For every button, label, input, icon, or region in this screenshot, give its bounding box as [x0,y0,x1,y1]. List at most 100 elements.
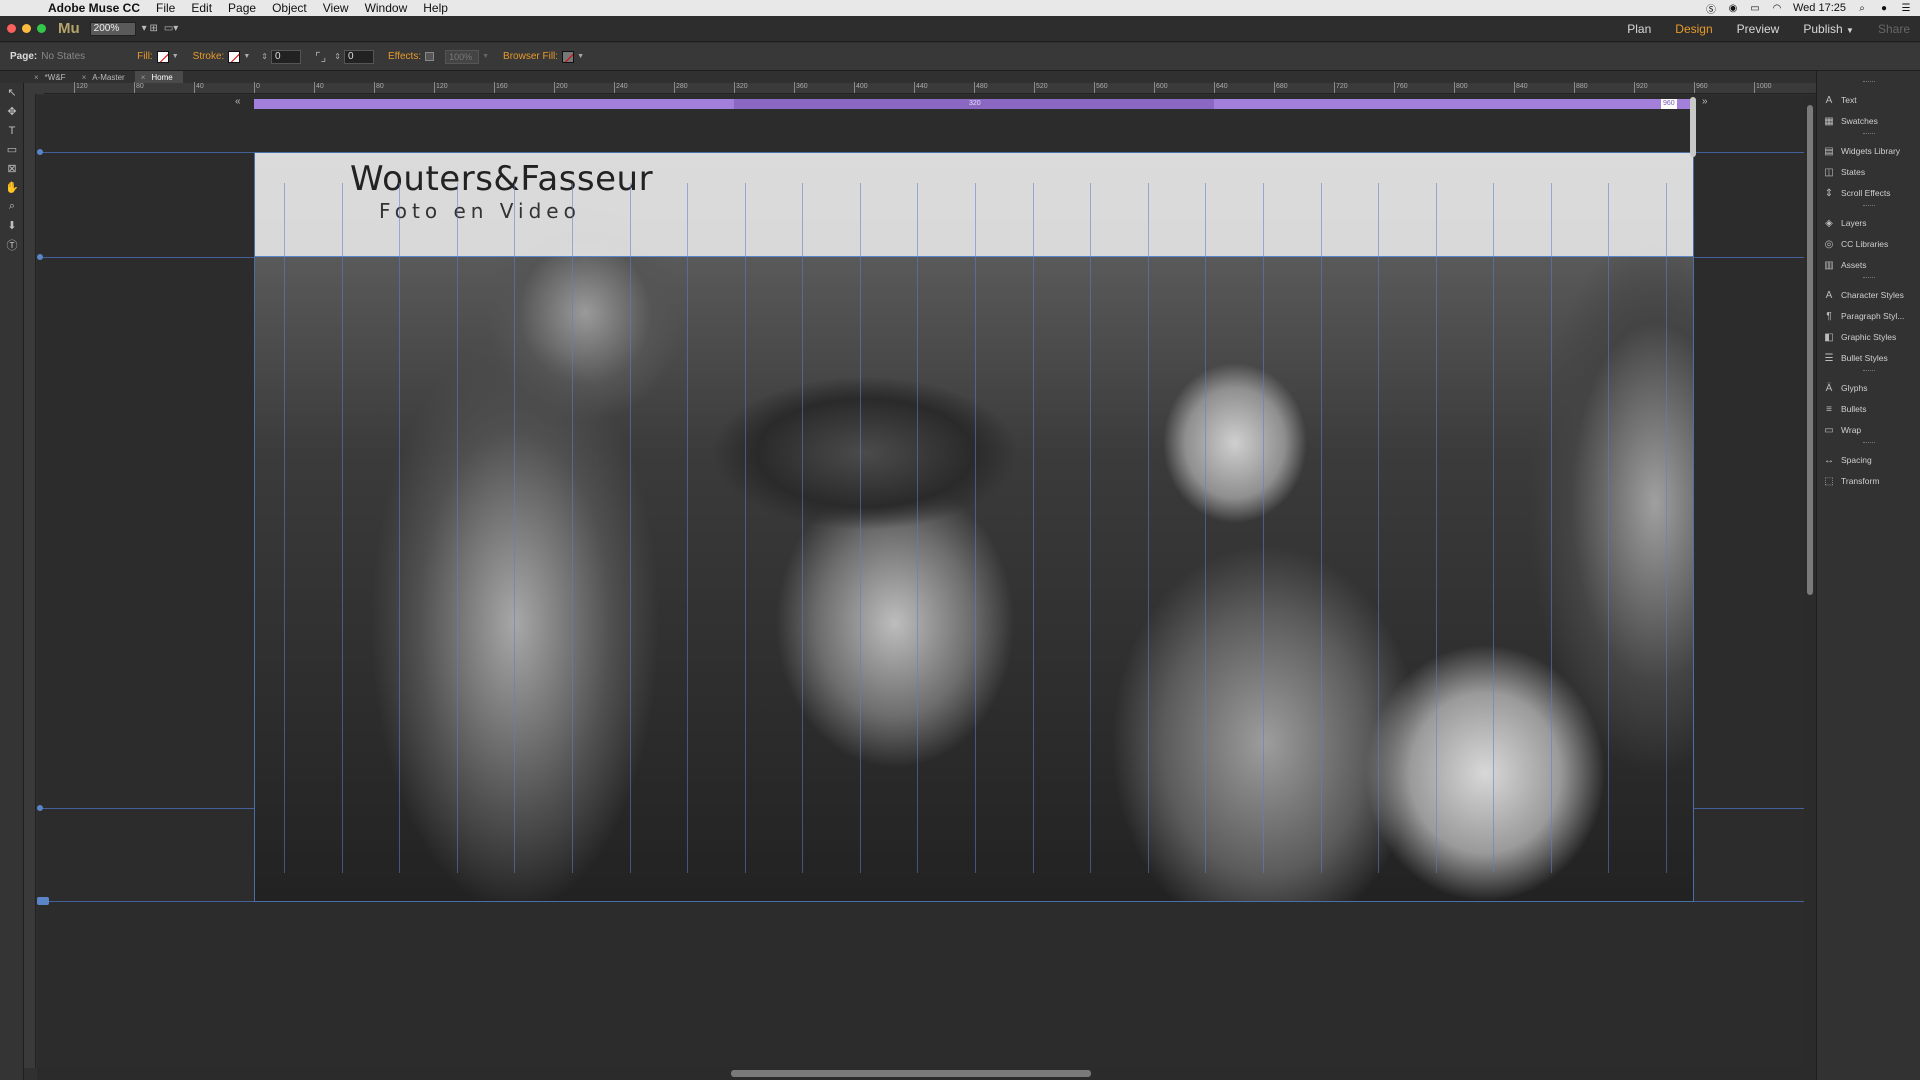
wifi-icon[interactable]: ◠ [1771,2,1783,14]
panel-graphic-styles[interactable]: ◧ Graphic Styles [1823,328,1919,346]
stroke-label[interactable]: Stroke: [193,51,225,62]
panel-glyphs[interactable]: Ä Glyphs [1823,379,1919,397]
site-subtitle[interactable]: Foto en Video [379,199,581,223]
tab-wf[interactable]: × *W&F [28,71,76,83]
horizontal-scrollbar[interactable] [37,1067,1816,1080]
menu-view[interactable]: View [315,0,357,16]
effects-control[interactable]: 100% ▼ [425,49,489,64]
breakpoint-bar[interactable]: 320 960 [254,99,1694,109]
mode-plan[interactable]: Plan [1627,22,1651,36]
tab-home[interactable]: × Home [134,71,183,83]
vertical-scroll-thumb[interactable] [1807,105,1813,595]
stepper-icon[interactable]: ⇕ [261,52,268,61]
panel-group-divider[interactable] [1863,133,1875,135]
site-title[interactable]: Wouters&Fasseur [350,159,653,199]
menu-edit[interactable]: Edit [183,0,220,16]
guide-handle[interactable] [37,254,43,260]
guide-handle[interactable] [37,805,43,811]
browser-fill-control[interactable]: ▼ [562,50,584,63]
fill-control[interactable]: ▼ [156,50,179,63]
mode-design[interactable]: Design [1675,22,1712,36]
panel-text[interactable]: A Text [1823,91,1919,109]
view-mode-icon[interactable]: ▾ ⊞ [142,23,158,34]
fill-label[interactable]: Fill: [137,51,153,62]
cc-icon[interactable]: ◉ [1727,2,1739,14]
design-canvas[interactable]: « 320 960 » Wouters&Fasseur Foto en Vide… [37,95,1816,1067]
panel-states[interactable]: ◫ States [1823,163,1919,181]
stroke-swatch[interactable] [228,50,241,63]
zoom-window-button[interactable] [37,24,46,33]
crop-tool-icon[interactable]: ✥ [0,102,24,121]
minimize-window-button[interactable] [22,24,31,33]
preview-size-icon[interactable]: ▭▾ [164,23,178,34]
vertical-scrollbar[interactable] [1804,95,1816,1067]
stroke-control[interactable]: ▼ ⇕ 0 [228,49,301,64]
stepper-icon[interactable]: ⇕ [334,52,341,61]
vertical-ruler[interactable] [24,94,36,1068]
mode-preview[interactable]: Preview [1737,22,1780,36]
page-height-handle[interactable] [37,897,49,905]
menu-object[interactable]: Object [264,0,315,16]
panel-bullets[interactable]: ≡ Bullets [1823,400,1919,418]
panel-group-divider[interactable] [1863,205,1875,207]
menu-help[interactable]: Help [415,0,456,16]
horizontal-scroll-thumb[interactable] [731,1070,1091,1077]
chevron-left-icon[interactable]: « [235,96,241,107]
chevron-down-icon[interactable]: ▼ [577,53,584,60]
page-resize-handle[interactable] [1690,97,1696,157]
hero-photo[interactable] [255,153,1693,901]
fill-swatch[interactable] [156,50,169,63]
skype-icon[interactable]: Ⓢ [1705,2,1717,16]
panel-transform[interactable]: ⬚ Transform [1823,472,1919,490]
panel-layers[interactable]: ◈ Layers [1823,214,1919,232]
spotlight-icon[interactable]: ⌕ [1856,2,1868,14]
panel-widgets[interactable]: ▤ Widgets Library [1823,142,1919,160]
panel-group-divider[interactable] [1863,442,1875,444]
breakpoint-end-label[interactable]: 960 [1661,99,1677,109]
stroke-width-input[interactable]: 0 [270,49,301,64]
panel-group-divider[interactable] [1863,81,1875,83]
corner-control[interactable]: ⇕ 0 [334,49,374,64]
close-window-button[interactable] [7,24,16,33]
image-frame-tool-icon[interactable]: ⊠ [0,159,24,178]
page-frame[interactable]: Wouters&Fasseur Foto en Video [254,152,1694,902]
close-icon[interactable]: × [141,73,146,82]
chevron-down-icon[interactable]: ▼ [172,53,179,60]
panel-scroll-effects[interactable]: ⇕ Scroll Effects [1823,184,1919,202]
notification-center-icon[interactable]: ☰ [1900,2,1912,14]
header-band[interactable]: Wouters&Fasseur Foto en Video [255,153,1693,257]
panel-cc-libraries[interactable]: ◎ CC Libraries [1823,235,1919,253]
opacity-input[interactable]: 100% [445,49,480,64]
chevron-down-icon[interactable]: ▼ [243,53,250,60]
hand-tool-icon[interactable]: ✋ [0,178,24,197]
menu-app-name[interactable]: Adobe Muse CC [40,0,148,16]
browser-fill-label[interactable]: Browser Fill: [503,51,558,62]
chevron-right-icon[interactable]: » [1702,96,1708,107]
zoom-select[interactable]: 200% [89,21,136,36]
panel-group-divider[interactable] [1863,370,1875,372]
zoom-tool-icon[interactable]: ⌕ [0,197,24,216]
panel-bullet-styles[interactable]: ☰ Bullet Styles [1823,349,1919,367]
chevron-down-icon[interactable]: ▼ [482,53,489,60]
page-state-value[interactable]: No States [41,51,85,62]
close-icon[interactable]: × [82,73,87,82]
panel-paragraph-styles[interactable]: ¶ Paragraph Styl... [1823,307,1919,325]
panel-assets[interactable]: ▥ Assets [1823,256,1919,274]
panel-character-styles[interactable]: A Character Styles [1823,286,1919,304]
rectangle-tool-icon[interactable]: ▭ [0,140,24,159]
text-frame-tool-icon[interactable]: Ⓣ [0,235,24,254]
sample-tool-icon[interactable]: ⬇ [0,216,24,235]
horizontal-ruler[interactable]: 120 80 40 0 40 80 120 160 200 240 280 320 360 400 440 4… [44,82,1816,94]
panel-swatches[interactable]: ▦ Swatches [1823,112,1919,130]
clock[interactable]: Wed 17:25 [1793,2,1846,14]
airplay-icon[interactable]: ▭ [1749,2,1761,14]
selection-tool-icon[interactable]: ↖ [0,83,24,102]
panel-group-divider[interactable] [1863,277,1875,279]
effects-label[interactable]: Effects: [388,51,421,62]
siri-icon[interactable]: ● [1878,2,1890,14]
tab-a-master[interactable]: × A-Master [76,71,135,83]
mode-publish[interactable]: Publish ▼ [1803,22,1854,36]
corner-radius-input[interactable]: 0 [343,49,374,64]
panel-wrap[interactable]: ▭ Wrap [1823,421,1919,439]
text-tool-icon[interactable]: T [0,121,24,140]
